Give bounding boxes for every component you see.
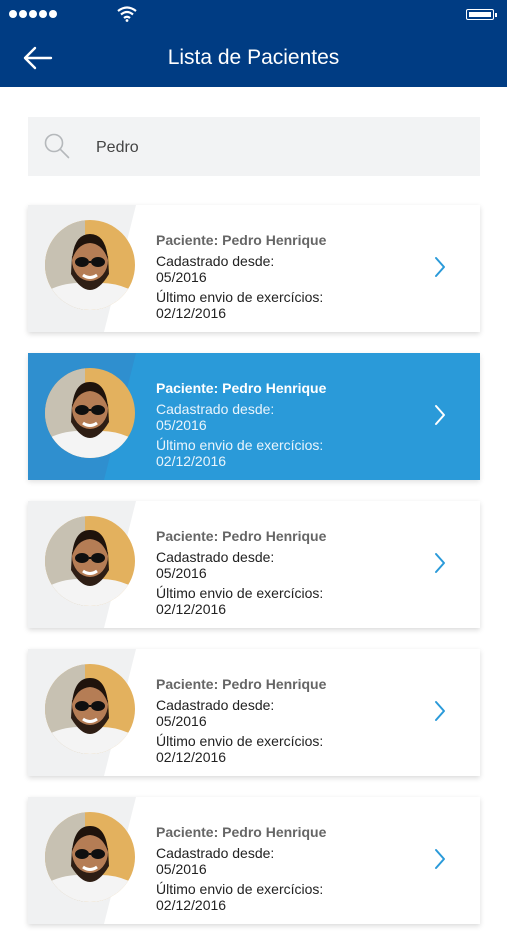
- last-send-value: 02/12/2016: [156, 601, 227, 617]
- patient-card[interactable]: Paciente: Pedro Henrique Cadastrado desd…: [28, 501, 480, 628]
- last-exercise-send: Último envio de exercícios: 02/12/2016: [156, 585, 436, 617]
- chevron-right-icon[interactable]: [433, 551, 447, 575]
- patient-avatar: [45, 220, 135, 310]
- patient-avatar: [45, 664, 135, 754]
- patient-info: Paciente: Pedro Henrique Cadastrado desd…: [156, 528, 436, 617]
- patient-name: Paciente: Pedro Henrique: [156, 676, 327, 692]
- battery-icon: [466, 9, 497, 20]
- last-send-value: 02/12/2016: [156, 749, 227, 765]
- patient-name: Paciente: Pedro Henrique: [156, 380, 327, 396]
- last-exercise-send: Último envio de exercícios: 02/12/2016: [156, 437, 436, 469]
- patient-info: Paciente: Pedro Henrique Cadastrado desd…: [156, 676, 436, 765]
- registered-value: 05/2016: [156, 565, 207, 581]
- last-send-value: 02/12/2016: [156, 305, 227, 321]
- last-send-label: Último envio de exercícios:: [156, 881, 324, 897]
- patient-name: Paciente: Pedro Henrique: [156, 528, 327, 544]
- patient-info: Paciente: Pedro Henrique Cadastrado desd…: [156, 232, 436, 321]
- registered-since: Cadastrado desde: 05/2016: [156, 845, 436, 877]
- wifi-icon: [117, 6, 137, 22]
- registered-label: Cadastrado desde:: [156, 549, 275, 565]
- patient-avatar: [45, 812, 135, 902]
- patient-avatar: [45, 368, 135, 458]
- last-exercise-send: Último envio de exercícios: 02/12/2016: [156, 881, 436, 913]
- registered-since: Cadastrado desde: 05/2016: [156, 549, 436, 581]
- last-send-label: Último envio de exercícios:: [156, 733, 324, 749]
- last-exercise-send: Último envio de exercícios: 02/12/2016: [156, 289, 436, 321]
- status-bar: [0, 0, 507, 30]
- patient-info: Paciente: Pedro Henrique Cadastrado desd…: [156, 380, 436, 469]
- patient-card[interactable]: Paciente: Pedro Henrique Cadastrado desd…: [28, 205, 480, 332]
- last-send-value: 02/12/2016: [156, 897, 227, 913]
- patient-name: Paciente: Pedro Henrique: [156, 232, 327, 248]
- last-send-value: 02/12/2016: [156, 453, 227, 469]
- patient-name: Paciente: Pedro Henrique: [156, 824, 327, 840]
- patient-card[interactable]: Paciente: Pedro Henrique Cadastrado desd…: [28, 649, 480, 776]
- registered-label: Cadastrado desde:: [156, 253, 275, 269]
- registered-label: Cadastrado desde:: [156, 401, 275, 417]
- registered-value: 05/2016: [156, 417, 207, 433]
- chevron-right-icon[interactable]: [433, 847, 447, 871]
- registered-value: 05/2016: [156, 713, 207, 729]
- registered-value: 05/2016: [156, 861, 207, 877]
- registered-label: Cadastrado desde:: [156, 697, 275, 713]
- chevron-right-icon[interactable]: [433, 255, 447, 279]
- registered-value: 05/2016: [156, 269, 207, 285]
- chevron-right-icon[interactable]: [433, 699, 447, 723]
- registered-since: Cadastrado desde: 05/2016: [156, 401, 436, 433]
- patient-card[interactable]: Paciente: Pedro Henrique Cadastrado desd…: [28, 797, 480, 924]
- registered-label: Cadastrado desde:: [156, 845, 275, 861]
- patient-avatar: [45, 516, 135, 606]
- chevron-right-icon[interactable]: [433, 403, 447, 427]
- page-title: Lista de Pacientes: [167, 46, 340, 69]
- last-send-label: Último envio de exercícios:: [156, 289, 324, 305]
- app-bar: Lista de Pacientes: [0, 0, 507, 87]
- search-icon: [44, 133, 70, 159]
- search-input[interactable]: [94, 129, 468, 166]
- signal-strength-icon: [9, 10, 57, 18]
- patient-list: Paciente: Pedro Henrique Cadastrado desd…: [28, 205, 480, 945]
- last-send-label: Último envio de exercícios:: [156, 585, 324, 601]
- registered-since: Cadastrado desde: 05/2016: [156, 253, 436, 285]
- last-exercise-send: Último envio de exercícios: 02/12/2016: [156, 733, 436, 765]
- last-send-label: Último envio de exercícios:: [156, 437, 324, 453]
- registered-since: Cadastrado desde: 05/2016: [156, 697, 436, 729]
- patient-card[interactable]: Paciente: Pedro Henrique Cadastrado desd…: [28, 353, 480, 480]
- search-bar[interactable]: [28, 117, 480, 176]
